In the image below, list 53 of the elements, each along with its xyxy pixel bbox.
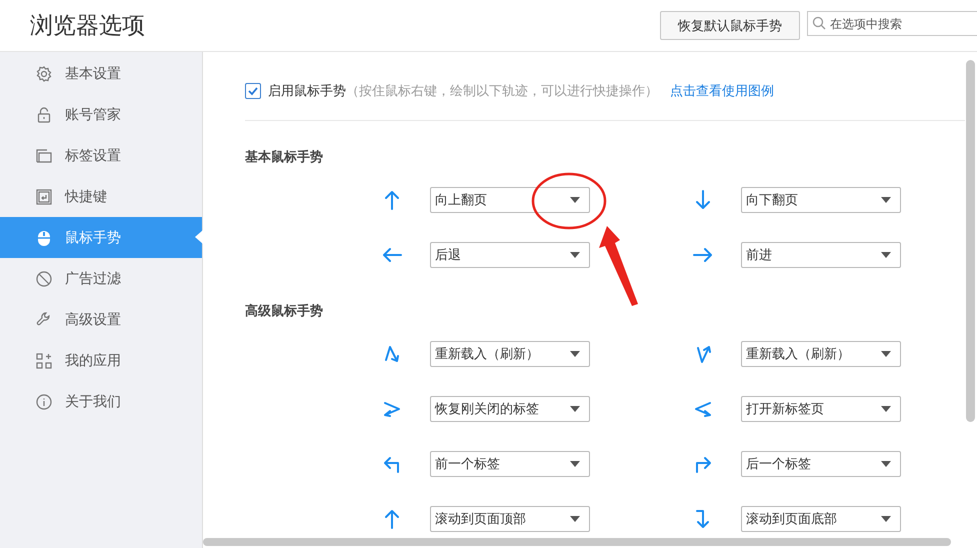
sidebar-item[interactable]: 关于我们 [0,381,202,422]
action-dropdown[interactable]: 重新载入（刷新） [430,341,590,367]
caret-icon [570,252,580,258]
gear-icon [35,64,53,82]
action-dropdown[interactable]: 向上翻页 [430,187,590,213]
caret-icon [570,516,580,522]
sidebar-item[interactable]: 账号管家 [0,94,202,135]
caret-icon [881,351,891,357]
action-dropdown[interactable]: 打开新标签页 [741,396,901,422]
search-field[interactable]: 在选项中搜索 [807,11,977,36]
enable-label: 启用鼠标手势 [268,83,346,100]
caret-icon [570,351,580,357]
caret-icon [881,252,891,258]
checkmark-icon [247,85,259,97]
caret-icon [570,197,580,203]
sidebar-item[interactable]: 广告过滤 [0,258,202,299]
apps-icon [35,352,53,370]
horizontal-scrollbar[interactable] [203,538,951,546]
action-dropdown[interactable]: 前进 [741,242,901,268]
caret-icon [570,461,580,467]
section-title: 基本鼠标手势 [245,148,324,167]
action-dropdown[interactable]: 恢复刚关闭的标签 [430,396,590,422]
vertical-scrollbar[interactable] [966,60,975,422]
info-icon [35,392,53,410]
sidebar-item[interactable]: 高级设置 [0,299,202,340]
mouse-icon [35,228,53,246]
lock-icon [35,106,53,124]
action-dropdown[interactable]: 后退 [430,242,590,268]
window-title: 浏览器选项 [30,12,146,41]
action-dropdown[interactable]: 向下翻页 [741,187,901,213]
key-icon [35,188,53,206]
caret-icon [881,461,891,467]
action-dropdown[interactable]: 滚动到页面底部 [741,506,901,532]
action-dropdown[interactable]: 滚动到页面顶部 [430,506,590,532]
block-icon [35,270,53,288]
caret-icon [881,406,891,412]
sidebar-item[interactable]: 快捷键 [0,176,202,217]
caret-icon [881,197,891,203]
hint-text: （按住鼠标右键，绘制以下轨迹，可以进行快捷操作） [346,83,658,100]
action-dropdown[interactable]: 重新载入（刷新） [741,341,901,367]
caret-icon [881,516,891,522]
sidebar-item[interactable]: 基本设置 [0,53,202,94]
action-dropdown[interactable]: 前一个标签 [430,451,590,477]
caret-icon [570,406,580,412]
checkbox[interactable] [245,83,261,99]
legend-link[interactable]: 点击查看使用图例 [670,82,774,100]
tabs-icon [35,146,53,164]
action-dropdown[interactable]: 后一个标签 [741,451,901,477]
sidebar-item[interactable]: 标签设置 [0,135,202,176]
section-title: 高级鼠标手势 [245,302,324,321]
selection-notch [195,230,203,244]
sidebar-item[interactable]: 我的应用 [0,340,202,381]
restore-default-button[interactable]: 恢复默认鼠标手势 [660,11,800,40]
